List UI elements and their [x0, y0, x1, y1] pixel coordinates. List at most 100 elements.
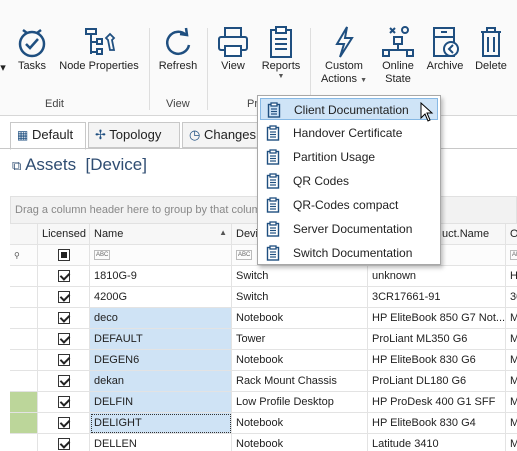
delete-button[interactable]: Delete: [471, 24, 511, 92]
cell-licensed[interactable]: [38, 287, 90, 308]
table-row[interactable]: DELLENNotebookLatitude 3410Mi: [10, 434, 517, 451]
filter-name[interactable]: ABC: [90, 245, 232, 266]
menu-item-report[interactable]: Client Documentation: [260, 98, 438, 120]
node-properties-button[interactable]: Node Properties: [59, 24, 139, 92]
menu-item-report[interactable]: QR-Codes compact: [260, 194, 438, 216]
row-indicator[interactable]: [10, 266, 38, 287]
cell-product-name[interactable]: ProLiant DL180 G6: [368, 371, 506, 392]
cell-device[interactable]: Notebook: [232, 434, 368, 451]
cell-name[interactable]: DELFIN: [90, 392, 232, 413]
licensed-checkbox[interactable]: [58, 270, 70, 282]
custom-actions-button[interactable]: Custom Actions ▼: [318, 24, 370, 92]
cell-os[interactable]: Mi: [506, 434, 517, 451]
cell-name[interactable]: DEGEN6: [90, 350, 232, 371]
cell-product-name[interactable]: HP ProDesk 400 G1 SFF: [368, 392, 506, 413]
cell-device[interactable]: Low Profile Desktop: [232, 392, 368, 413]
licensed-checkbox[interactable]: [58, 417, 70, 429]
cell-product-name[interactable]: 3CR17661-91: [368, 287, 506, 308]
licensed-checkbox[interactable]: [58, 291, 70, 303]
cell-device[interactable]: Notebook: [232, 308, 368, 329]
row-indicator[interactable]: [10, 308, 38, 329]
cell-name[interactable]: deco: [90, 308, 232, 329]
cell-licensed[interactable]: [38, 434, 90, 451]
cell-name[interactable]: DELLEN: [90, 434, 232, 451]
reports-button[interactable]: Reports ▼: [259, 24, 303, 92]
filter-checkbox[interactable]: [58, 249, 70, 261]
cell-device[interactable]: Rack Mount Chassis: [232, 371, 368, 392]
licensed-checkbox[interactable]: [58, 333, 70, 345]
cell-device[interactable]: Notebook: [232, 350, 368, 371]
menu-item-report[interactable]: Handover Certificate: [260, 122, 438, 144]
row-indicator[interactable]: [10, 413, 38, 434]
row-indicator[interactable]: [10, 287, 38, 308]
table-row[interactable]: DELIGHTNotebookHP EliteBook 830 G4Mi: [10, 413, 517, 434]
column-header-os[interactable]: Op: [506, 224, 517, 245]
tab-default[interactable]: ▦ Default: [10, 122, 86, 150]
archive-button[interactable]: Archive: [425, 24, 465, 92]
column-header-name[interactable]: Name ▲: [90, 224, 232, 245]
cell-licensed[interactable]: [38, 371, 90, 392]
licensed-checkbox[interactable]: [58, 438, 70, 450]
table-row[interactable]: DELFIN Low Profile Desktop HP ProDesk 400 …: [10, 392, 517, 413]
chevron-down-icon: ▼: [277, 73, 285, 80]
cell-licensed[interactable]: [38, 350, 90, 371]
cell-device[interactable]: Switch: [232, 266, 368, 287]
cell-product-name[interactable]: ProLiant ML350 G6: [368, 329, 506, 350]
cell-licensed[interactable]: [38, 329, 90, 350]
cell-os[interactable]: Mi: [506, 308, 517, 329]
licensed-checkbox[interactable]: [58, 354, 70, 366]
row-indicator[interactable]: [10, 329, 38, 350]
cell-name[interactable]: dekan: [90, 371, 232, 392]
menu-item-report[interactable]: Partition Usage: [260, 146, 438, 168]
table-row[interactable]: decoNotebookHP EliteBook 850 G7 Not...Mi: [10, 308, 517, 329]
ribbon-dropdown-button[interactable]: ▾: [0, 24, 8, 92]
cell-product-name[interactable]: HP EliteBook 830 G6: [368, 350, 506, 371]
cell-name[interactable]: 1810G-9: [90, 266, 232, 287]
tab-changes[interactable]: ◷ Changes: [182, 122, 262, 148]
refresh-button[interactable]: Refresh: [155, 24, 201, 92]
row-indicator[interactable]: [10, 350, 38, 371]
cell-licensed[interactable]: [38, 308, 90, 329]
cell-os[interactable]: 30: [506, 287, 517, 308]
cell-device[interactable]: Switch: [232, 287, 368, 308]
row-indicator[interactable]: [10, 392, 38, 413]
cell-name[interactable]: 4200G: [90, 287, 232, 308]
tasks-button[interactable]: Tasks: [12, 24, 52, 92]
cell-device[interactable]: Notebook: [232, 413, 368, 434]
cell-os[interactable]: HP: [506, 266, 517, 287]
cell-name[interactable]: DEFAULT: [90, 329, 232, 350]
licensed-checkbox[interactable]: [58, 375, 70, 387]
table-row[interactable]: DEFAULTTowerProLiant ML350 G6Mi: [10, 329, 517, 350]
row-indicator[interactable]: [10, 371, 38, 392]
filter-os[interactable]: ABC: [506, 245, 517, 266]
cell-licensed[interactable]: [38, 413, 90, 434]
cell-os[interactable]: Mi: [506, 392, 517, 413]
menu-item-report[interactable]: Switch Documentation: [260, 242, 438, 264]
row-indicator[interactable]: [10, 434, 38, 451]
filter-licensed[interactable]: [38, 245, 90, 266]
cell-product-name[interactable]: Latitude 3410: [368, 434, 506, 451]
cell-licensed[interactable]: [38, 266, 90, 287]
cell-os[interactable]: Mi: [506, 329, 517, 350]
cell-os[interactable]: Mi: [506, 350, 517, 371]
menu-item-report[interactable]: Server Documentation: [260, 218, 438, 240]
cell-licensed[interactable]: [38, 392, 90, 413]
table-row[interactable]: 1810G-9SwitchunknownHP: [10, 266, 517, 287]
cell-os[interactable]: Mi: [506, 413, 517, 434]
cell-product-name[interactable]: HP EliteBook 850 G7 Not...: [368, 308, 506, 329]
table-row[interactable]: DEGEN6NotebookHP EliteBook 830 G6Mi: [10, 350, 517, 371]
cell-os[interactable]: Mi: [506, 371, 517, 392]
table-row[interactable]: dekan Rack Mount Chassis ProLiant DL180 G6…: [10, 371, 517, 392]
cell-device[interactable]: Tower: [232, 329, 368, 350]
tab-topology[interactable]: ✢ Topology: [88, 122, 180, 148]
table-row[interactable]: 4200GSwitch3CR17661-9130: [10, 287, 517, 308]
cell-name[interactable]: DELIGHT: [90, 413, 232, 434]
cell-product-name[interactable]: unknown: [368, 266, 506, 287]
licensed-checkbox[interactable]: [58, 396, 70, 408]
online-state-button[interactable]: Online State: [376, 24, 420, 92]
cell-product-name[interactable]: HP EliteBook 830 G4: [368, 413, 506, 434]
column-header-licensed[interactable]: Licensed: [38, 224, 90, 245]
view-button[interactable]: View: [213, 24, 253, 92]
menu-item-report[interactable]: QR Codes: [260, 170, 438, 192]
licensed-checkbox[interactable]: [58, 312, 70, 324]
